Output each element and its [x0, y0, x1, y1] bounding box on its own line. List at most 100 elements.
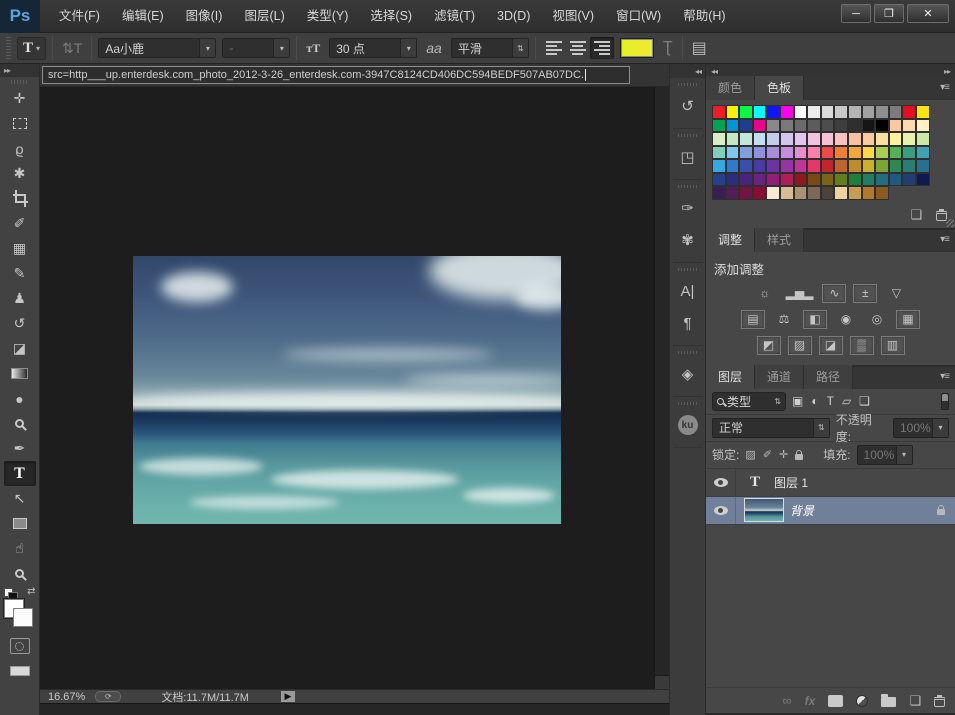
color-swatch[interactable]: [766, 105, 780, 119]
color-swatch[interactable]: [739, 159, 753, 173]
new-swatch-icon[interactable]: ❏: [910, 207, 922, 223]
screen-mode-button[interactable]: [9, 666, 30, 676]
color-swatch[interactable]: [875, 105, 889, 119]
layer-style-icon[interactable]: fx: [805, 694, 816, 708]
adjustments-tab-0[interactable]: 调整: [706, 227, 756, 252]
lock-paint-icon[interactable]: ✐: [763, 448, 772, 461]
color-swatch[interactable]: [779, 159, 794, 173]
dock-grip[interactable]: [677, 268, 698, 271]
color-swatch[interactable]: [834, 159, 848, 173]
background-color-well[interactable]: [12, 608, 33, 627]
eyedropper-tool[interactable]: ✐: [4, 211, 36, 236]
color-swatch[interactable]: [793, 172, 808, 186]
collapse-panels-icon[interactable]: ◂◂: [711, 67, 718, 76]
layer-row-background[interactable]: 背景: [706, 496, 955, 525]
color-swatch[interactable]: [712, 118, 726, 132]
dock-grip[interactable]: [677, 134, 698, 137]
visibility-eye-icon[interactable]: [713, 477, 728, 487]
menu-item-2[interactable]: 图像(I): [175, 0, 234, 32]
menu-item-7[interactable]: 3D(D): [486, 0, 541, 32]
color-swatch[interactable]: [902, 159, 916, 173]
posterize-icon[interactable]: ▨: [787, 335, 812, 355]
toolbar-grip[interactable]: [10, 80, 29, 84]
color-swatch[interactable]: [915, 105, 930, 119]
color-swatch[interactable]: [739, 118, 753, 132]
color-swatch[interactable]: [752, 145, 767, 159]
color-swatch[interactable]: [834, 186, 848, 200]
color-swatch[interactable]: [847, 105, 862, 119]
color-swatch[interactable]: [779, 132, 794, 146]
color-swatch[interactable]: [902, 132, 916, 146]
expand-panels-icon[interactable]: ▸▸: [944, 67, 951, 76]
panel-menu-icon[interactable]: ▾≡: [940, 82, 950, 93]
properties-panel-icon[interactable]: ◳: [673, 143, 703, 171]
color-swatch[interactable]: [888, 172, 903, 186]
curves-icon[interactable]: ∿: [822, 283, 847, 303]
close-button[interactable]: ✕: [907, 4, 949, 23]
adjustments-tab-1[interactable]: 样式: [755, 227, 805, 252]
color-swatch[interactable]: [888, 105, 903, 119]
filter-type-layers-icon[interactable]: T: [827, 394, 834, 408]
color-swatch[interactable]: [807, 145, 821, 159]
color-swatch[interactable]: [793, 132, 808, 146]
lasso-tool[interactable]: ϱ: [4, 136, 36, 161]
color-swatch[interactable]: [888, 132, 903, 146]
layer-name[interactable]: 背景: [790, 502, 814, 519]
kuler-panel-icon[interactable]: ku: [673, 411, 703, 439]
font-size-select[interactable]: 30 点 ▾: [329, 38, 418, 58]
color-swatch[interactable]: [807, 159, 821, 173]
filter-shape-layers-icon[interactable]: ▱: [842, 394, 851, 408]
menu-item-10[interactable]: 帮助(H): [672, 0, 736, 32]
color-swatch[interactable]: [834, 172, 848, 186]
color-swatch[interactable]: [861, 105, 876, 119]
canvas[interactable]: [40, 87, 654, 689]
type-tool[interactable]: T: [3, 461, 36, 486]
color-swatch[interactable]: [820, 159, 835, 173]
quick-mask-button[interactable]: [9, 638, 30, 654]
exposure-icon[interactable]: ±: [853, 283, 878, 303]
history-panel-icon[interactable]: ↺: [673, 92, 703, 120]
channel-mixer-icon[interactable]: ◎: [865, 310, 889, 329]
color-swatch[interactable]: [915, 145, 930, 159]
gradient-tool[interactable]: [4, 361, 36, 386]
color-swatch[interactable]: [820, 132, 835, 146]
resize-grip-icon[interactable]: [946, 218, 954, 227]
brush-panel-icon[interactable]: ✑: [673, 194, 703, 222]
menu-item-5[interactable]: 选择(S): [359, 0, 423, 32]
color-swatch[interactable]: [793, 159, 808, 173]
paragraph-panel-icon[interactable]: ¶: [673, 309, 703, 337]
vibrance-icon[interactable]: ▽: [884, 284, 908, 303]
color-swatch[interactable]: [847, 145, 862, 159]
layers-tab-1[interactable]: 通道: [755, 364, 805, 389]
color-swatch[interactable]: [779, 186, 794, 200]
color-swatch[interactable]: [915, 132, 930, 146]
brush-presets-panel-icon[interactable]: ✾: [673, 226, 703, 254]
dock-grip[interactable]: [677, 185, 698, 188]
color-swatch[interactable]: [779, 105, 794, 119]
filter-smart-objects-icon[interactable]: ❏: [859, 394, 870, 408]
color-swatch[interactable]: [875, 145, 889, 159]
color-swatch[interactable]: [752, 172, 767, 186]
filter-toggle[interactable]: [941, 392, 949, 410]
zoom-level[interactable]: 16.67%: [48, 691, 85, 703]
color-swatch[interactable]: [875, 186, 889, 200]
eraser-tool[interactable]: ◪: [4, 336, 36, 361]
delete-layer-icon[interactable]: [934, 694, 945, 707]
photo-filter-icon[interactable]: ◉: [834, 310, 858, 329]
menu-item-6[interactable]: 滤镜(T): [423, 0, 486, 32]
default-colors-icon[interactable]: [3, 588, 18, 602]
color-balance-icon[interactable]: ⚖: [772, 310, 796, 329]
menu-item-1[interactable]: 编辑(E): [111, 0, 175, 32]
zoom-tool[interactable]: [4, 561, 36, 586]
menu-item-8[interactable]: 视图(V): [541, 0, 605, 32]
color-swatch[interactable]: [888, 145, 903, 159]
color-swatch[interactable]: [834, 118, 848, 132]
text-orientation-button[interactable]: ⇅T: [59, 40, 85, 57]
color-swatch[interactable]: [807, 132, 821, 146]
color-swatch[interactable]: [712, 159, 726, 173]
color-swatch[interactable]: [807, 118, 821, 132]
color-swatch[interactable]: [725, 145, 740, 159]
swap-colors-icon[interactable]: ⇄: [27, 586, 35, 597]
color-swatch[interactable]: [820, 118, 835, 132]
hue-saturation-icon[interactable]: ▤: [741, 309, 765, 329]
